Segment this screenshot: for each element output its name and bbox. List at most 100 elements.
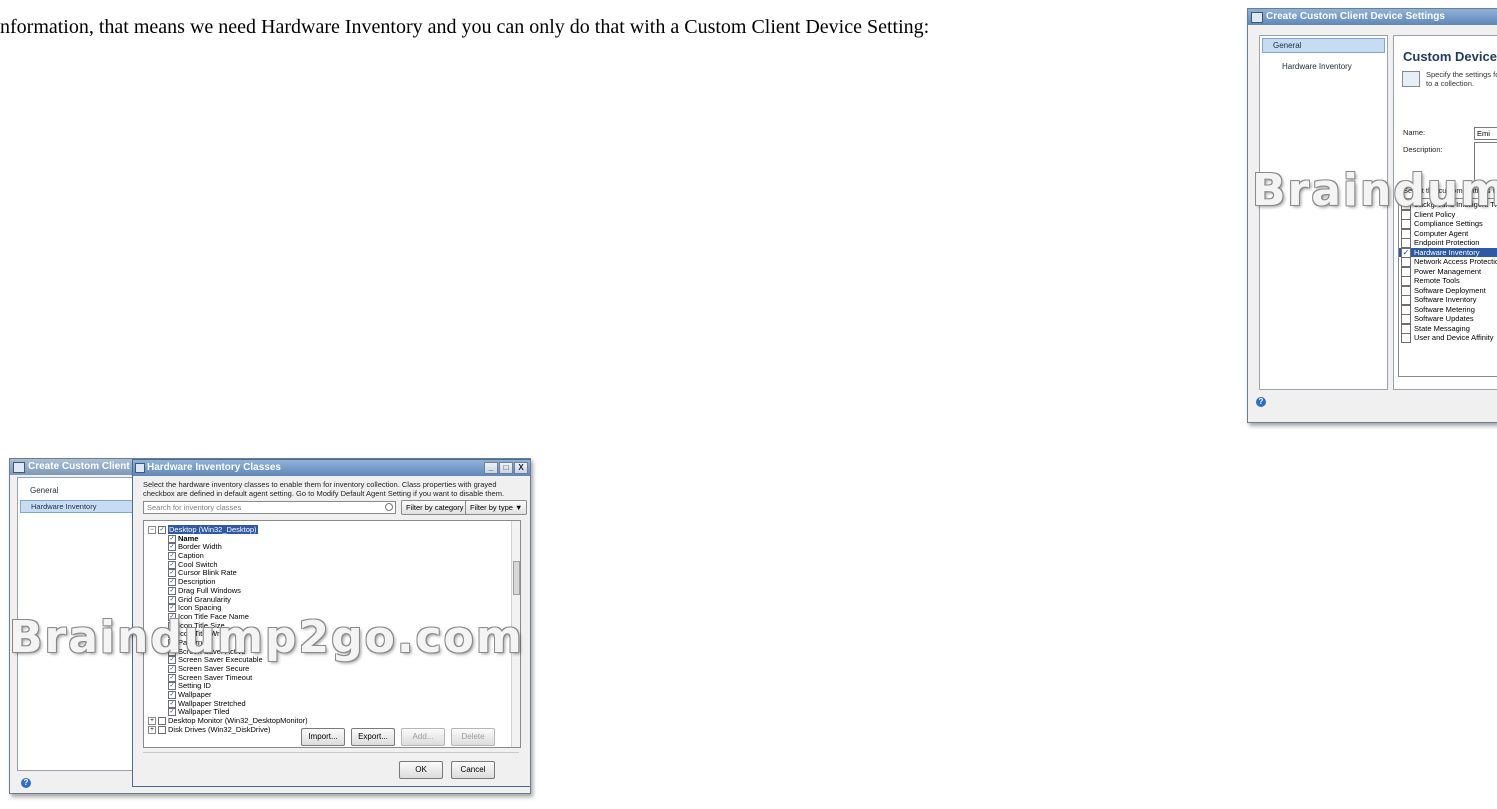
setting-label: Software Updates <box>1414 314 1474 323</box>
classes-dialog-title: Hardware Inventory Classes <box>147 462 281 473</box>
setting-item[interactable]: Power Management <box>1399 267 1497 277</box>
divider <box>143 752 519 753</box>
window-controls: _ □ X <box>484 462 528 474</box>
class-checkbox[interactable]: ✓ <box>168 578 176 587</box>
search-input[interactable]: Search for inventory classes <box>143 501 396 514</box>
nav-item-hardware-inventory[interactable]: Hardware Inventory <box>20 500 136 513</box>
class-checkbox[interactable]: ✓ <box>168 595 176 604</box>
setting-label: Computer Agent <box>1414 228 1469 238</box>
setting-checkbox[interactable] <box>1401 257 1411 268</box>
nav-item-hardware-inventory[interactable]: Hardware Inventory <box>1260 55 1387 71</box>
setting-item[interactable]: Software Updates <box>1399 314 1497 325</box>
ok-button[interactable]: OK <box>399 761 443 779</box>
class-checkbox[interactable]: ✓ <box>168 708 176 717</box>
setting-item[interactable]: State Messaging <box>1399 324 1497 334</box>
expand-icon[interactable]: + <box>148 717 156 726</box>
class-checkbox[interactable]: ✓ <box>168 647 176 656</box>
tree-label: Icon Title Wrap <box>178 629 228 639</box>
class-checkbox[interactable]: ✓ <box>168 621 176 630</box>
export-button[interactable]: Export... <box>351 728 395 746</box>
setting-label: User and Device Affinity <box>1414 333 1494 342</box>
setting-checkbox[interactable]: ✓ <box>1401 247 1411 258</box>
setting-label: Remote Tools <box>1414 276 1460 285</box>
class-checkbox[interactable]: ✓ <box>168 586 176 595</box>
setting-checkbox[interactable] <box>1401 200 1411 211</box>
class-checkbox[interactable]: ✓ <box>168 534 176 543</box>
class-checkbox[interactable]: ✓ <box>168 569 176 578</box>
import-button[interactable]: Import... <box>301 728 345 746</box>
class-checkbox[interactable]: ✓ <box>168 543 176 552</box>
name-field[interactable]: Emi <box>1474 127 1497 140</box>
description-field[interactable] <box>1474 142 1497 186</box>
setting-checkbox[interactable] <box>1401 285 1411 296</box>
filter-by-type-button[interactable]: Filter by type ▼ <box>465 500 528 515</box>
scrollbar-thumb[interactable] <box>513 561 520 595</box>
class-checkbox[interactable]: ✓ <box>168 656 176 665</box>
cancel-button[interactable]: Cancel <box>451 761 495 779</box>
tree-label: Wallpaper Stretched <box>178 698 246 708</box>
setting-checkbox[interactable] <box>1401 304 1411 315</box>
maximize-button[interactable]: □ <box>499 462 513 474</box>
tree-label: Border Width <box>178 542 222 552</box>
class-checkbox[interactable]: ✓ <box>168 691 176 700</box>
setting-label: Endpoint Protection <box>1414 238 1480 247</box>
setting-checkbox[interactable] <box>1401 219 1411 230</box>
setting-item[interactable]: Background Intelligent Tr <box>1399 200 1497 211</box>
setting-item[interactable]: User and Device Affinity <box>1399 333 1497 344</box>
tree-label: Grid Granularity <box>178 594 231 604</box>
setting-checkbox[interactable] <box>1401 295 1411 306</box>
vertical-scrollbar[interactable] <box>511 521 520 747</box>
setting-checkbox[interactable] <box>1401 266 1411 277</box>
class-checkbox[interactable]: ✓ <box>168 612 176 621</box>
class-checkbox[interactable]: ✓ <box>168 630 176 639</box>
tree-row[interactable]: − ✓ Desktop (Win32_Desktop) <box>144 525 520 535</box>
class-checkbox[interactable] <box>158 725 166 734</box>
help-icon[interactable]: ? <box>21 778 31 788</box>
setting-label: Network Access Protectio <box>1414 257 1497 266</box>
setting-item[interactable]: Endpoint Protection <box>1399 238 1497 249</box>
tree-label: Name <box>178 533 199 543</box>
setting-checkbox[interactable] <box>1401 276 1411 287</box>
setting-checkbox[interactable] <box>1401 333 1411 344</box>
page-heading: Custom Device Se <box>1403 49 1497 64</box>
class-checkbox[interactable]: ✓ <box>168 638 176 647</box>
class-checkbox[interactable] <box>158 717 166 726</box>
tree-label: Cursor Blink Rate <box>178 568 237 578</box>
class-checkbox[interactable]: ✓ <box>168 552 176 561</box>
class-checkbox[interactable]: ✓ <box>168 665 176 674</box>
setting-checkbox[interactable] <box>1401 314 1411 325</box>
class-checkbox[interactable]: ✓ <box>168 682 176 691</box>
close-button[interactable]: X <box>514 462 528 474</box>
help-icon[interactable]: ? <box>1256 397 1266 407</box>
setting-item[interactable]: Remote Tools <box>1399 276 1497 287</box>
minimize-button[interactable]: _ <box>484 462 498 474</box>
settings-nav: General Hardware Inventory <box>1259 35 1388 390</box>
setting-label: Software Deployment <box>1414 285 1486 295</box>
setting-checkbox[interactable] <box>1401 228 1411 239</box>
class-checkbox[interactable]: ✓ <box>158 526 166 535</box>
setting-checkbox[interactable] <box>1401 209 1411 220</box>
collapse-icon[interactable]: − <box>148 526 156 535</box>
setting-item[interactable]: Computer Agent <box>1399 229 1497 239</box>
setting-item[interactable]: Software Metering <box>1399 305 1497 315</box>
setting-item[interactable]: Compliance Settings <box>1399 219 1497 230</box>
setting-item[interactable]: Software Inventory <box>1399 295 1497 306</box>
classes-dialog-titlebar: Hardware Inventory Classes _ □ X <box>133 460 530 476</box>
class-checkbox[interactable]: ✓ <box>168 604 176 613</box>
delete-button[interactable]: Delete <box>451 728 495 746</box>
instructions-text: Select the hardware inventory classes to… <box>143 480 505 498</box>
class-checkbox[interactable]: ✓ <box>168 699 176 708</box>
expand-icon[interactable]: + <box>148 725 156 734</box>
setting-item[interactable]: ✓ Hardware Inventory <box>1399 247 1497 258</box>
setting-checkbox[interactable] <box>1401 238 1411 249</box>
add-button[interactable]: Add... <box>401 728 445 746</box>
class-checkbox[interactable]: ✓ <box>168 673 176 682</box>
setting-item[interactable]: Network Access Protectio <box>1399 257 1497 268</box>
nav-item-general[interactable]: General <box>1262 38 1385 53</box>
setting-item[interactable]: Software Deployment <box>1399 286 1497 296</box>
search-icon <box>385 503 393 511</box>
setting-item[interactable]: Client Policy <box>1399 210 1497 220</box>
setting-checkbox[interactable] <box>1401 323 1411 334</box>
class-checkbox[interactable]: ✓ <box>168 560 176 569</box>
nav-item-general[interactable]: General <box>18 478 138 495</box>
